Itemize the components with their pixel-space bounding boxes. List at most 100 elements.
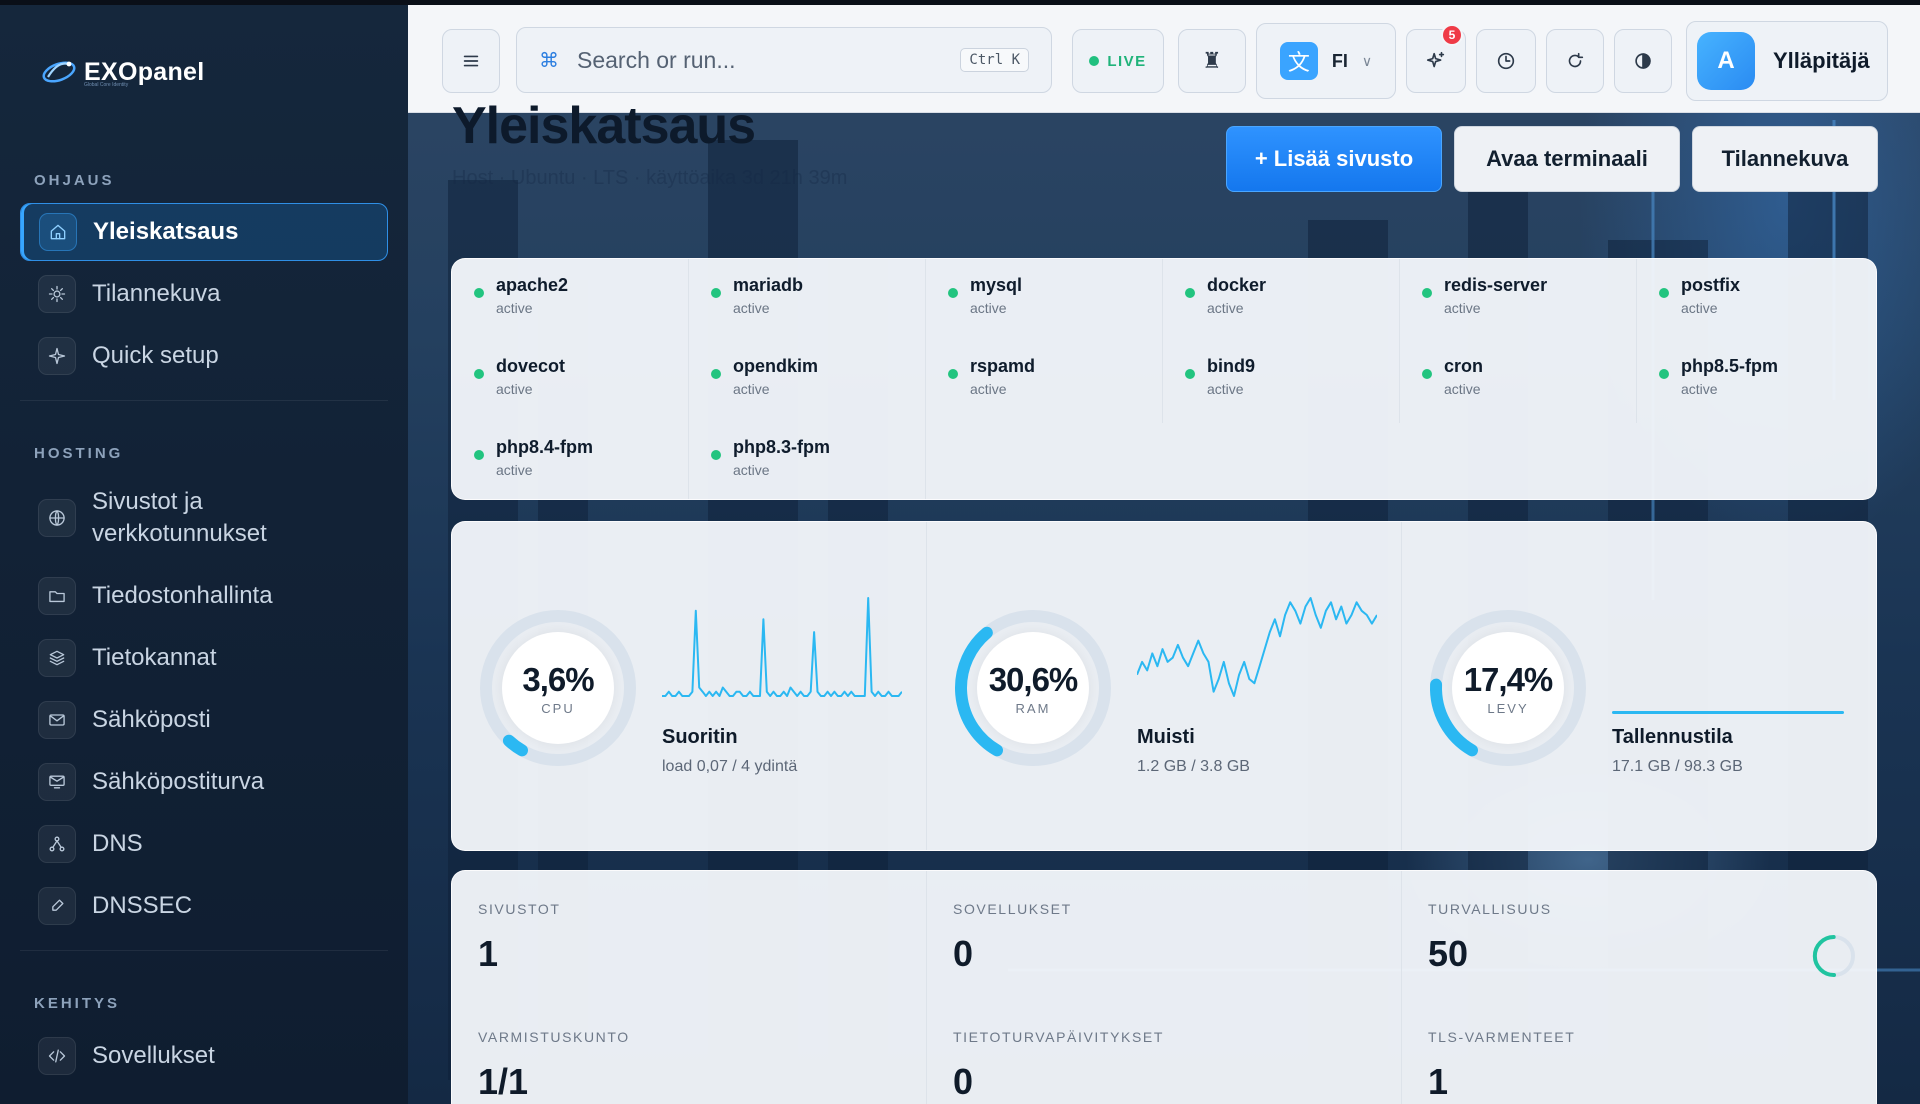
status-dot: [711, 288, 721, 298]
logo-swoosh-icon: [42, 61, 76, 83]
sidebar-item-sahkoposti[interactable]: Sähköposti: [20, 691, 388, 749]
sidebar-item-dns[interactable]: DNS: [20, 815, 388, 873]
history-button[interactable]: [1476, 29, 1536, 93]
language-selector[interactable]: 文 FI ∨: [1256, 23, 1396, 99]
code-icon: [38, 1037, 76, 1075]
brand-logo[interactable]: EXOpanel Global Core Identity: [40, 55, 205, 89]
sidebar-section-kehitys: KEHITYS: [34, 995, 121, 1012]
sidebar-item-sahkopostiturva[interactable]: Sähköpostiturva: [20, 753, 388, 811]
refresh-button[interactable]: [1546, 29, 1604, 93]
sidebar-item-label: Sovellukset: [92, 1042, 215, 1069]
sidebar-item-tietokannat[interactable]: Tietokannat: [20, 629, 388, 687]
stat-label: VARMISTUSKUNTO: [478, 1029, 630, 1045]
stat-value[interactable]: 0: [953, 933, 973, 975]
stat-value[interactable]: 0: [953, 1061, 973, 1103]
sidebar-item-quick-setup[interactable]: Quick setup: [20, 327, 388, 385]
status-dot: [1422, 288, 1432, 298]
status-dot: [474, 369, 484, 379]
chess-button[interactable]: ♜: [1178, 29, 1246, 93]
menu-toggle-button[interactable]: [442, 29, 500, 93]
service-item[interactable]: php8.3-fpm active: [711, 435, 830, 481]
service-item[interactable]: php8.5-fpm active: [1659, 354, 1778, 400]
sparkline-series: [1137, 597, 1377, 697]
hamburger-icon: [463, 55, 479, 67]
service-name: php8.3-fpm: [733, 437, 830, 457]
stats-card: SIVUSTOT 1 VARMISTUSKUNTO 1/1 SOVELLUKSE…: [451, 870, 1877, 1104]
service-item[interactable]: apache2 active: [474, 273, 568, 319]
sidebar-item-sovellukset[interactable]: Sovellukset: [20, 1027, 388, 1085]
service-name: docker: [1207, 275, 1267, 295]
status-dot: [474, 288, 484, 298]
mail-shield-icon: [38, 763, 76, 801]
stat-value[interactable]: 50: [1428, 933, 1468, 975]
refresh-icon: [1568, 52, 1584, 68]
sidebar-item-label: Yleiskatsaus: [93, 218, 239, 245]
service-item[interactable]: rspamd active: [948, 354, 1035, 400]
service-item[interactable]: opendkim active: [711, 354, 818, 400]
ai-assistant-button[interactable]: 5: [1406, 24, 1466, 93]
stat-value[interactable]: 1/1: [478, 1061, 528, 1103]
sparkle-icon: [38, 337, 76, 375]
service-item[interactable]: dovecot active: [474, 354, 565, 400]
metric-disk[interactable]: 17,4% LEVY Tallennustila 17.1 GB / 98.3 …: [1402, 522, 1876, 850]
stat-label: TLS-VARMENTEET: [1428, 1029, 1576, 1045]
ring-arc: [1812, 935, 1836, 978]
live-status-button[interactable]: LIVE: [1072, 29, 1164, 93]
sidebar-item-sivustot[interactable]: Sivustot ja verkkotunnukset: [20, 483, 388, 553]
metric-cpu[interactable]: 3,6% CPU Suoritin load 0,07 / 4 ydintä: [452, 522, 927, 850]
service-item[interactable]: mariadb active: [711, 273, 803, 319]
service-item[interactable]: mysql active: [948, 273, 1022, 319]
chevron-down-icon: ∨: [1361, 52, 1373, 69]
metric-detail: 17.1 GB / 98.3 GB: [1612, 758, 1743, 775]
page-title: Yleiskatsaus: [452, 97, 756, 155]
sidebar-item-label: Sivustot ja verkkotunnukset: [92, 488, 267, 547]
service-item[interactable]: bind9 active: [1185, 354, 1255, 400]
sidebar-item-label: DNS: [92, 830, 143, 857]
service-item[interactable]: php8.4-fpm active: [474, 435, 593, 481]
theme-toggle-button[interactable]: [1614, 29, 1672, 93]
disk-gauge: 17,4% LEVY: [1428, 608, 1588, 768]
key-icon: [38, 887, 76, 925]
sidebar-item-label: Tiedostonhallinta: [92, 582, 273, 609]
user-menu-button[interactable]: A Ylläpitäjä: [1686, 21, 1888, 101]
metric-ram[interactable]: 30,6% RAM Muisti 1.2 GB / 3.8 GB: [927, 522, 1402, 850]
service-item[interactable]: postfix active: [1659, 273, 1740, 319]
clock-icon: [1497, 52, 1515, 70]
stat-value[interactable]: 1: [1428, 1061, 1448, 1103]
status-dot: [948, 288, 958, 298]
stat-value[interactable]: 1: [478, 933, 498, 975]
snapshot-button[interactable]: Tilannekuva: [1692, 126, 1878, 192]
sidebar-item-tiedostonhallinta[interactable]: Tiedostonhallinta: [20, 567, 388, 625]
command-search[interactable]: ⌘ Search or run... Ctrl K: [516, 27, 1052, 93]
service-name: redis-server: [1444, 275, 1548, 295]
sidebar-item-tilannekuva[interactable]: Tilannekuva: [20, 265, 388, 323]
service-name: mysql: [970, 275, 1023, 295]
sun-icon: [38, 275, 76, 313]
service-status: active: [1444, 300, 1481, 316]
service-item[interactable]: cron active: [1422, 354, 1483, 400]
service-status: active: [1207, 300, 1244, 316]
security-score-ring: [1812, 935, 1855, 978]
services-card: apache2 active dovecot active php8.4-fpm ac…: [451, 258, 1877, 500]
service-item[interactable]: redis-server active: [1422, 273, 1547, 319]
service-status: active: [496, 381, 533, 397]
gauge-label: CPU: [541, 700, 575, 716]
sidebar-item-yleiskatsaus[interactable]: Yleiskatsaus: [20, 203, 388, 261]
brand-tagline: Global Core Identity: [84, 82, 129, 88]
service-status: active: [1444, 381, 1481, 397]
status-dot: [474, 450, 484, 460]
sidebar-divider: [20, 400, 388, 401]
status-dot: [1659, 369, 1669, 379]
sidebar-section-hosting: HOSTING: [34, 445, 124, 462]
gauge-arc: [502, 734, 528, 757]
sidebar-item-dnssec[interactable]: DNSSEC: [20, 877, 388, 935]
open-terminal-button[interactable]: Avaa terminaali: [1454, 126, 1680, 192]
search-input[interactable]: Search or run...: [577, 47, 960, 74]
metric-name: Tallennustila: [1612, 726, 1733, 748]
add-site-button[interactable]: + Lisää sivusto: [1226, 126, 1442, 192]
service-status: active: [970, 381, 1007, 397]
service-status: active: [733, 462, 770, 478]
sidebar-item-label: Sähköpostiturva: [92, 768, 265, 795]
sidebar-item-label: Tilannekuva: [92, 280, 221, 307]
service-item[interactable]: docker active: [1185, 273, 1266, 319]
